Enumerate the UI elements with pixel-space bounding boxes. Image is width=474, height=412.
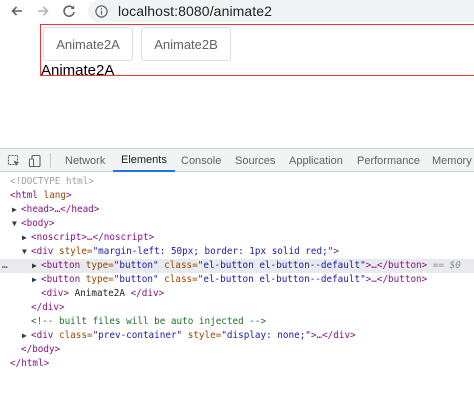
reload-button[interactable] xyxy=(60,2,78,20)
url-text: localhost:8080/animate2 xyxy=(118,3,273,19)
back-button[interactable] xyxy=(8,2,26,20)
reload-icon xyxy=(63,5,75,17)
expand-triangle-icon[interactable]: ▶ xyxy=(22,231,31,245)
collapse-triangle-icon[interactable]: ▼ xyxy=(12,217,21,231)
tab-application[interactable]: Application xyxy=(289,149,343,172)
dom-line-comment[interactable]: <!-- built files will be auto injected -… xyxy=(0,315,474,329)
tab-elements[interactable]: Elements xyxy=(113,149,175,172)
dom-line-body-close[interactable]: </body> xyxy=(0,343,474,357)
expand-triangle-icon[interactable]: ▶ xyxy=(22,329,31,343)
tab-memory[interactable]: Memory xyxy=(432,149,472,172)
expand-triangle-icon[interactable]: ▶ xyxy=(12,203,21,217)
dom-line-doctype[interactable]: <!DOCTYPE html> xyxy=(0,175,474,189)
dom-line-body-open[interactable]: ▼ <body> xyxy=(0,217,474,231)
devtools-panel: Network Elements Console Sources Applica… xyxy=(0,148,474,412)
row-menu-dots[interactable]: … xyxy=(2,259,8,273)
inspect-element-icon[interactable] xyxy=(6,153,21,168)
device-toolbar-icon[interactable] xyxy=(27,153,42,168)
dom-tree[interactable]: <!DOCTYPE html> <html lang> ▶ <head>…</he… xyxy=(0,172,474,412)
dom-line-text-div[interactable]: <div> Animate2A </div> xyxy=(0,287,474,301)
dom-line-head[interactable]: ▶ <head>…</head> xyxy=(0,203,474,217)
browser-toolbar: localhost:8080/animate2 xyxy=(0,0,474,22)
tab-sources[interactable]: Sources xyxy=(235,149,275,172)
arrow-left-icon xyxy=(11,6,22,16)
info-icon[interactable] xyxy=(94,4,108,18)
dom-line-prev-container[interactable]: ▶ <div class="prev-container" style="disp… xyxy=(0,329,474,343)
arrow-right-icon xyxy=(38,6,49,16)
devtools-tabbar: Network Elements Console Sources Applica… xyxy=(0,149,474,172)
animate2b-button[interactable]: Animate2B xyxy=(141,27,231,61)
tab-network[interactable]: Network xyxy=(65,149,105,172)
dom-line-div-close[interactable]: </div> xyxy=(0,301,474,315)
dom-line-html-close[interactable]: </html> xyxy=(0,357,474,371)
dom-line-div-container[interactable]: ▼ <div style="margin-left: 50px; border: … xyxy=(0,245,474,259)
dom-line-button-a-selected[interactable]: … ▶ <button type="button" class="el-button… xyxy=(0,259,474,273)
dom-line-button-b[interactable]: ▶ <button type="button" class="el-button … xyxy=(0,273,474,287)
dom-line-noscript[interactable]: ▶ <noscript>…</noscript> xyxy=(0,231,474,245)
page-viewport: Animate2A Animate2B Animate2A xyxy=(0,22,474,148)
tab-console[interactable]: Console xyxy=(181,149,221,172)
tabbar-divider xyxy=(50,153,51,168)
forward-button[interactable] xyxy=(34,2,52,20)
expand-triangle-icon[interactable]: ▶ xyxy=(32,273,41,287)
current-view-text: Animate2A xyxy=(41,62,115,79)
red-bordered-container: Animate2A Animate2B Animate2A xyxy=(40,24,474,79)
address-bar[interactable]: localhost:8080/animate2 xyxy=(88,0,474,22)
animate2a-button[interactable]: Animate2A xyxy=(43,27,133,61)
expand-triangle-icon[interactable]: ▶ xyxy=(32,259,41,273)
tab-performance[interactable]: Performance xyxy=(357,149,420,172)
collapse-triangle-icon[interactable]: ▼ xyxy=(22,245,31,259)
dom-line-html[interactable]: <html lang> xyxy=(0,189,474,203)
